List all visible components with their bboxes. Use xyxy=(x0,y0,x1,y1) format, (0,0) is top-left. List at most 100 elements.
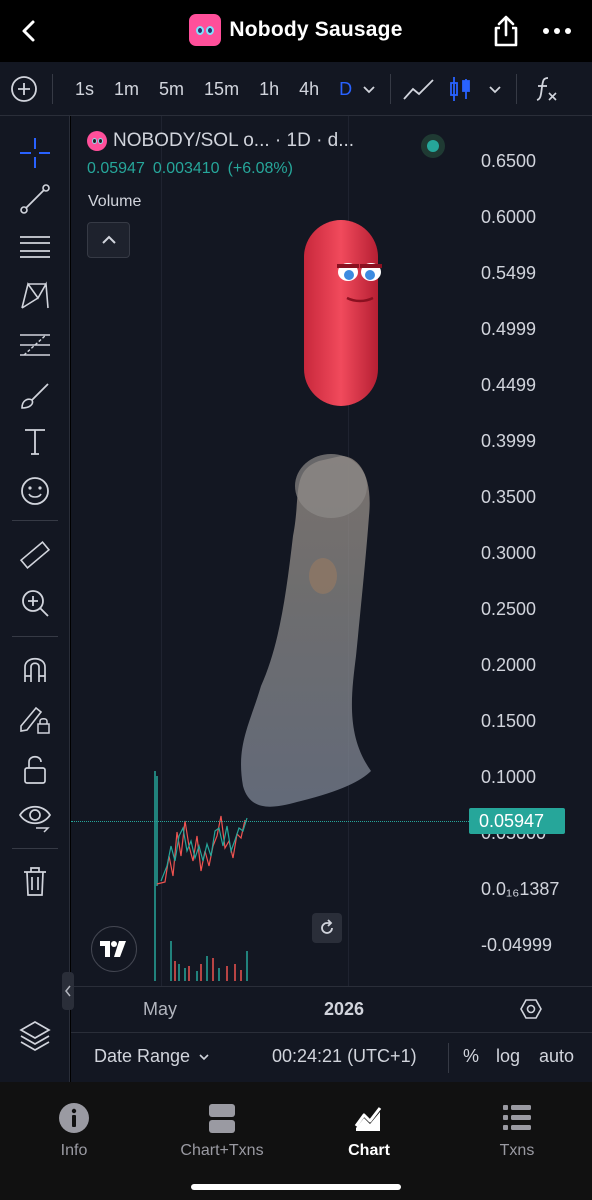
percent-scale-toggle[interactable]: % xyxy=(463,1046,479,1067)
symbol-title[interactable]: NOBODY/SOL o... · 1D · d... xyxy=(113,130,354,152)
share-icon xyxy=(494,15,518,47)
fib-icon xyxy=(20,334,50,356)
drawing-toolbar xyxy=(0,116,70,1082)
timeframe-list: 1s 1m 5m 15m 1h 4h D xyxy=(64,62,361,116)
list-icon xyxy=(503,1105,531,1130)
timeframe-1m[interactable]: 1m xyxy=(103,62,148,116)
trash-icon xyxy=(24,867,46,896)
timeframe-1h[interactable]: 1h xyxy=(248,62,288,116)
expand-toolbar-button[interactable] xyxy=(62,972,74,1010)
date-range-button[interactable]: Date Range xyxy=(94,1046,211,1067)
page-title: Nobody Sausage xyxy=(229,18,403,41)
more-icon xyxy=(543,28,571,34)
chart-type-dropdown[interactable] xyxy=(484,75,506,103)
price-axis-label: 0.5499 xyxy=(481,263,537,283)
tool-divider xyxy=(12,520,58,521)
reset-chart-button[interactable] xyxy=(312,913,342,943)
timeframe-4h[interactable]: 4h xyxy=(288,62,328,116)
text-tool[interactable] xyxy=(16,422,54,460)
add-indicator-icon xyxy=(11,76,37,102)
timeframe-d[interactable]: D xyxy=(328,62,361,116)
home-indicator[interactable] xyxy=(191,1184,401,1190)
price-axis-label: 0.3999 xyxy=(481,431,537,451)
timeframe-5m[interactable]: 5m xyxy=(148,62,193,116)
nav-chart[interactable]: Chart xyxy=(309,1102,429,1160)
chevron-down-icon xyxy=(363,86,375,94)
log-scale-toggle[interactable]: log xyxy=(496,1046,520,1067)
price-axis[interactable]: 0.6500 0.6000 0.5499 0.4999 0.4499 0.399… xyxy=(469,116,592,986)
trend-line-tool[interactable] xyxy=(16,180,54,218)
trash-tool[interactable] xyxy=(16,862,54,900)
legend-price: 0.05947 xyxy=(87,160,145,177)
nav-info[interactable]: Info xyxy=(14,1102,134,1160)
nav-chart-label: Chart xyxy=(348,1142,390,1159)
chart-settings-button[interactable] xyxy=(519,997,543,1021)
chart-bottom-bar: Date Range 00:24:21 (UTC+1) % log auto xyxy=(71,1032,592,1082)
unlock-tool[interactable] xyxy=(16,750,54,788)
nav-info-label: Info xyxy=(60,1142,88,1159)
legend-change: 0.003410 xyxy=(152,160,220,177)
ruler-icon xyxy=(19,541,51,569)
nav-txns[interactable]: Txns xyxy=(457,1102,577,1160)
magnet-icon xyxy=(24,657,46,682)
timeframe-dropdown[interactable] xyxy=(358,75,380,103)
line-chart-button[interactable] xyxy=(402,75,436,103)
nav-chart-txns-label: Chart+Txns xyxy=(180,1142,264,1159)
current-price-tag: 0.05947 xyxy=(469,808,565,834)
market-status-indicator[interactable] xyxy=(421,134,445,158)
fx-icon xyxy=(536,77,557,101)
chevron-left-icon xyxy=(65,985,71,997)
app-header: Nobody Sausage xyxy=(0,0,592,62)
time-axis[interactable]: May 2026 xyxy=(71,986,592,1032)
tradingview-logo[interactable] xyxy=(91,926,137,972)
clock-label[interactable]: 00:24:21 (UTC+1) xyxy=(272,1046,417,1067)
add-indicator-button[interactable] xyxy=(10,75,38,103)
chevron-down-icon xyxy=(489,86,501,94)
price-axis-label: 0.4999 xyxy=(481,319,537,339)
back-button[interactable] xyxy=(14,16,44,46)
brush-icon xyxy=(21,383,49,409)
chart-area[interactable]: NOBODY/SOL o... · 1D · d... 0.05947 0.00… xyxy=(71,116,592,986)
pattern-icon xyxy=(21,281,49,309)
timeframe-15m[interactable]: 15m xyxy=(193,62,248,116)
eye-tool[interactable] xyxy=(16,798,54,836)
layers-tool[interactable] xyxy=(16,1016,54,1054)
indicators-button[interactable] xyxy=(532,75,560,103)
eye-icon xyxy=(18,805,52,833)
share-button[interactable] xyxy=(490,14,522,48)
crosshair-tool[interactable] xyxy=(16,134,54,172)
price-axis-label: 0.2500 xyxy=(481,599,537,619)
pattern-tool[interactable] xyxy=(16,276,54,314)
ruler-tool[interactable] xyxy=(16,536,54,574)
candles-icon xyxy=(450,77,470,101)
chart-icon xyxy=(354,1107,382,1131)
bottom-bar-divider xyxy=(448,1043,449,1073)
unlock-icon xyxy=(24,755,46,784)
horizontal-lines-tool[interactable] xyxy=(16,228,54,266)
collapse-legend-button[interactable] xyxy=(87,222,130,258)
line-chart-icon xyxy=(403,79,434,100)
magnet-tool[interactable] xyxy=(16,650,54,688)
nav-chart-txns[interactable]: Chart+Txns xyxy=(162,1102,282,1160)
text-icon xyxy=(25,429,45,455)
auto-scale-toggle[interactable]: auto xyxy=(539,1046,574,1067)
chevron-up-icon xyxy=(101,235,116,244)
price-axis-label: 0.0₁₆1387 xyxy=(481,879,560,899)
chevron-down-icon xyxy=(199,1054,209,1061)
price-axis-label: 0.1000 xyxy=(481,767,537,787)
lock-drawing-tool[interactable] xyxy=(16,700,54,738)
price-axis-label: 0.4499 xyxy=(481,375,537,395)
settings-hexagon-icon xyxy=(520,999,542,1019)
info-icon xyxy=(59,1103,89,1133)
brush-tool[interactable] xyxy=(16,376,54,414)
candles-button[interactable] xyxy=(448,75,472,103)
zoom-in-tool[interactable] xyxy=(16,584,54,622)
chart-toolbar: 1s 1m 5m 15m 1h 4h D xyxy=(0,62,592,116)
bottom-nav: Info Chart+Txns Chart Txns xyxy=(0,1082,592,1200)
timeframe-1s[interactable]: 1s xyxy=(64,62,103,116)
emoji-tool[interactable] xyxy=(16,472,54,510)
price-axis-label: 0.6000 xyxy=(481,207,537,227)
fib-tool[interactable] xyxy=(16,326,54,364)
more-button[interactable] xyxy=(540,20,574,42)
symbol-logo xyxy=(87,131,107,151)
